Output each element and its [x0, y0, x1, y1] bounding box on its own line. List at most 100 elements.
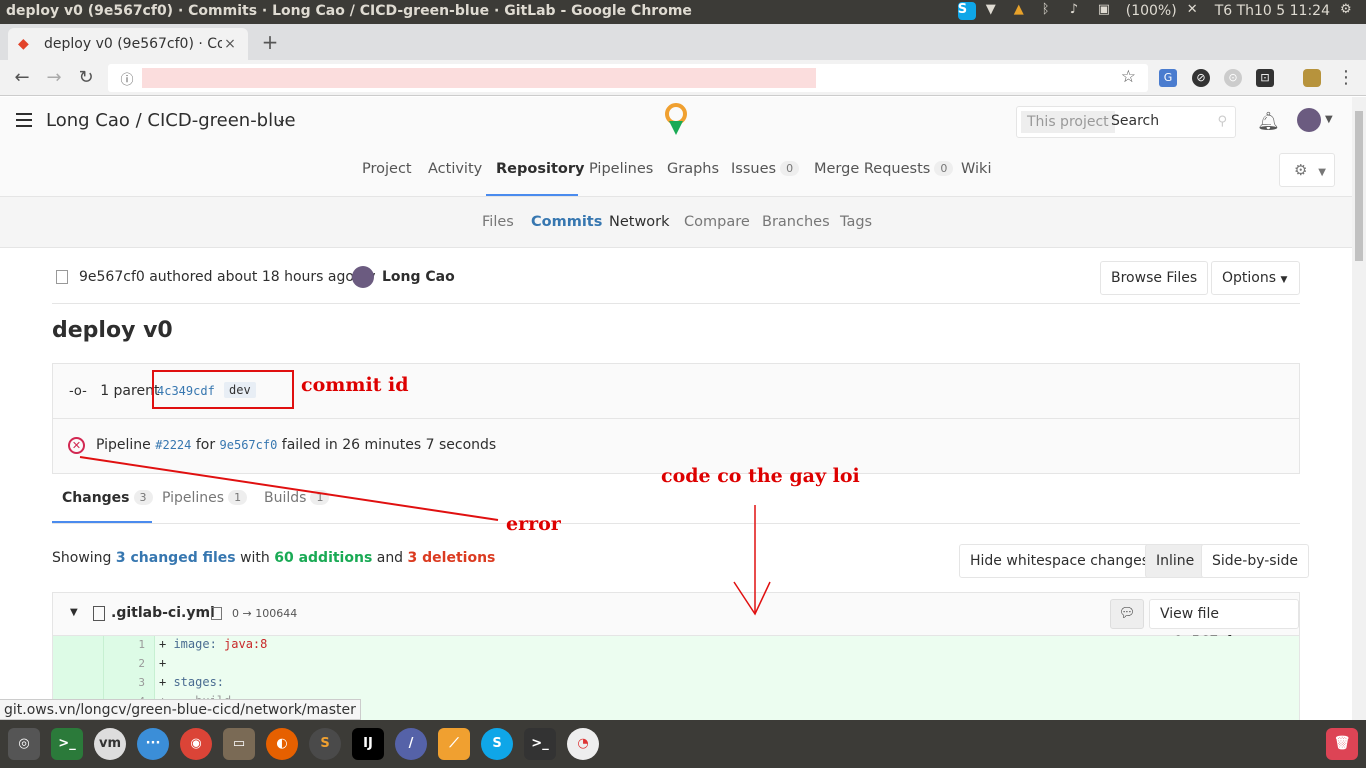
nav-wiki[interactable]: Wiki — [961, 161, 991, 177]
bell-icon[interactable]: 🔔︎ — [1257, 111, 1280, 132]
pipelines-count-badge: 1 — [228, 490, 248, 505]
nav-project[interactable]: Project — [362, 161, 412, 177]
files-icon[interactable]: ▭ — [223, 728, 255, 760]
nav-graphs[interactable]: Graphs — [667, 161, 719, 177]
sublime-icon[interactable]: S — [309, 728, 341, 760]
apps-icon[interactable]: ··· — [137, 728, 169, 760]
side-by-side-button[interactable]: Side-by-side — [1201, 544, 1309, 578]
skype-icon[interactable]: S — [957, 2, 976, 20]
pipeline-sha-link[interactable]: 9e567cf0 — [220, 438, 278, 452]
tab-close-icon[interactable]: × — [222, 36, 238, 52]
clipboard-icon[interactable]: ▣ — [1098, 2, 1116, 20]
annotation-error: error — [506, 513, 561, 535]
view-file-button[interactable]: View file @9e567cf — [1149, 599, 1299, 650]
pipeline-id-link[interactable]: #2224 — [155, 438, 191, 452]
chevron-down-icon[interactable]: ⌄ — [276, 112, 287, 127]
search-scope[interactable]: This project — [1021, 111, 1115, 133]
changed-files-link[interactable]: 3 changed files — [116, 550, 236, 566]
profile-icon[interactable] — [1303, 69, 1321, 87]
tab-strip: ◆ deploy v0 (9e567cf0) · Commits × + — [0, 24, 1366, 60]
clipboard-icon[interactable] — [211, 607, 222, 620]
subnav-commits[interactable]: Commits — [531, 214, 602, 230]
tab-changes-label: Changes — [62, 490, 130, 506]
line-number[interactable]: 3 — [103, 676, 145, 689]
browser-tab[interactable]: ◆ deploy v0 (9e567cf0) · Commits × — [8, 28, 248, 60]
firefox-icon[interactable]: ◐ — [266, 728, 298, 760]
author-name[interactable]: Long Cao — [382, 269, 455, 285]
mute-icon[interactable]: ✕ — [1187, 2, 1205, 20]
terminal-icon[interactable]: >_ — [51, 728, 83, 760]
nav-repository[interactable]: Repository — [496, 161, 584, 177]
line-number[interactable]: 1 — [103, 638, 145, 651]
subnav-compare[interactable]: Compare — [684, 214, 750, 230]
scrollbar-thumb[interactable] — [1355, 111, 1363, 261]
tool-icon[interactable]: / — [395, 728, 427, 760]
options-label: Options — [1222, 270, 1277, 286]
subnav-branches[interactable]: Branches — [762, 214, 830, 230]
bell-icon[interactable]: ♪ — [1070, 2, 1088, 20]
options-button[interactable]: Options ▼ — [1211, 261, 1300, 295]
trash-icon[interactable]: 🗑︎ — [1326, 728, 1358, 760]
sketch-icon[interactable]: ⟋ — [438, 728, 470, 760]
failed-status-icon[interactable]: ✕ — [68, 437, 85, 454]
shell-icon[interactable]: >_ — [524, 728, 556, 760]
collapse-caret-icon[interactable]: ▼ — [70, 607, 78, 618]
hide-whitespace-button[interactable]: Hide whitespace changes — [959, 544, 1161, 578]
search-input[interactable]: This project Search ⚲ — [1016, 106, 1236, 138]
vlc-icon[interactable]: ▲ — [1014, 2, 1032, 20]
settings-gear-button[interactable]: ⚙ ▼ — [1279, 153, 1335, 187]
browse-files-button[interactable]: Browse Files — [1100, 261, 1209, 295]
annotation-commit-id: commit id — [301, 374, 409, 396]
extension-icon[interactable]: ⊘ — [1192, 69, 1210, 87]
wifi-icon[interactable]: ▼ — [986, 2, 1004, 20]
vmware-icon[interactable]: vm — [94, 728, 126, 760]
nav-merge-requests-label: Merge Requests — [814, 161, 931, 177]
builds-count-badge: 1 — [310, 490, 330, 505]
extension-icon[interactable]: ⊡ — [1256, 69, 1274, 87]
file-name[interactable]: .gitlab-ci.yml — [111, 605, 215, 621]
new-tab-button[interactable]: + — [258, 30, 282, 54]
back-icon[interactable]: ← — [10, 66, 34, 90]
tab-changes[interactable]: Changes 3 — [62, 490, 153, 506]
project-title[interactable]: Long Cao / CICD-green-blue — [46, 110, 296, 131]
bluetooth-icon[interactable]: ᛒ — [1042, 2, 1060, 20]
line-number[interactable]: 2 — [103, 657, 145, 670]
yaml-key: stages: — [173, 675, 225, 689]
translate-icon[interactable]: G — [1159, 69, 1177, 87]
nav-activity[interactable]: Activity — [428, 161, 482, 177]
nav-pipelines[interactable]: Pipelines — [589, 161, 653, 177]
tab-builds[interactable]: Builds 1 — [264, 490, 330, 506]
subnav-tags[interactable]: Tags — [840, 214, 872, 230]
subnav-network[interactable]: Network — [609, 214, 670, 230]
clock[interactable]: T6 Th10 5 11:24 — [1215, 3, 1330, 19]
hamburger-icon[interactable] — [16, 113, 32, 127]
clipboard-icon[interactable] — [56, 270, 68, 284]
browser-toolbar: ← → ↻ ⓘ ☆ G ⊘ ⊙ ⊡ ⋮ — [0, 60, 1366, 96]
nav-merge-requests[interactable]: Merge Requests 0 — [814, 161, 954, 177]
info-icon[interactable]: ⓘ — [118, 69, 136, 88]
battery-icon[interactable]: (100%) — [1126, 3, 1177, 19]
power-icon[interactable]: ⚙ — [1340, 2, 1358, 20]
author-avatar[interactable] — [352, 266, 374, 288]
bookmark-star-icon[interactable]: ☆ — [1121, 67, 1136, 87]
gitlab-logo-icon[interactable] — [663, 103, 689, 137]
skype-icon[interactable]: S — [481, 728, 513, 760]
menu-icon[interactable]: ⋮ — [1334, 66, 1358, 90]
comment-toggle-button[interactable]: 💬︎ — [1110, 599, 1144, 629]
disk-icon[interactable]: ◔ — [567, 728, 599, 760]
chevron-down-icon[interactable]: ▼ — [1325, 114, 1333, 125]
forward-icon[interactable]: → — [42, 66, 66, 90]
intellij-icon[interactable]: IJ — [352, 728, 384, 760]
tab-pipelines-label: Pipelines — [162, 490, 225, 506]
nav-issues[interactable]: Issues 0 — [731, 161, 800, 177]
ubuntu-icon[interactable]: ◎ — [8, 728, 40, 760]
tab-pipelines[interactable]: Pipelines 1 — [162, 490, 248, 506]
extension-icon[interactable]: ⊙ — [1224, 69, 1242, 87]
chrome-icon[interactable]: ◉ — [180, 728, 212, 760]
address-bar[interactable]: ⓘ ☆ — [108, 64, 1148, 92]
avatar[interactable] — [1297, 108, 1321, 132]
inline-view-button[interactable]: Inline — [1145, 544, 1206, 578]
page-scrollbar[interactable] — [1352, 97, 1366, 720]
subnav-files[interactable]: Files — [482, 214, 514, 230]
reload-icon[interactable]: ↻ — [74, 66, 98, 90]
